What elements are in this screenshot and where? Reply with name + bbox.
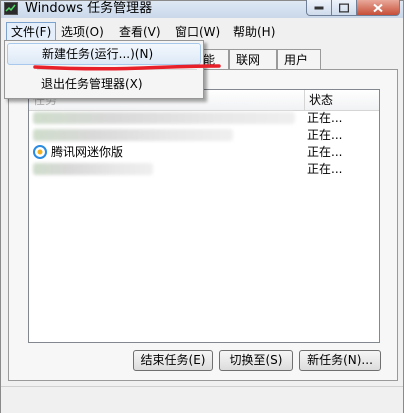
caption-buttons [306,0,400,16]
minimize-icon [314,6,324,9]
table-row[interactable]: 正在... [29,127,379,144]
blurred-task-name [33,163,153,175]
task-status: 正在... [307,128,343,142]
menu-file[interactable]: 文件(F) [6,22,57,42]
column-divider[interactable] [304,90,305,110]
blurred-task-name [33,129,233,141]
column-status[interactable]: 状态 [309,90,333,110]
status-bar [1,386,403,413]
close-icon [373,3,383,12]
tab-networking[interactable]: 联网 [229,49,277,70]
blurred-task-name [33,112,295,124]
minimize-button[interactable] [306,0,332,16]
table-row[interactable]: 正在... [29,161,379,178]
table-row[interactable]: 正在... [29,110,379,127]
maximize-button[interactable] [332,0,357,16]
task-list[interactable]: 任务 状态 正在... 正在... 腾讯网迷你版 正在... 正在... [28,89,380,343]
menu-view[interactable]: 查看(V) [115,22,165,42]
maximize-icon [339,3,349,12]
close-button[interactable] [357,0,400,16]
menu-help[interactable]: 帮助(H) [229,22,279,42]
table-row[interactable]: 腾讯网迷你版 正在... [29,144,379,161]
menu-options[interactable]: 选项(O) [57,22,108,42]
task-status: 正在... [307,162,343,176]
new-task-button[interactable]: 新任务(N)... [299,350,381,371]
menu-window[interactable]: 窗口(W) [171,22,224,42]
window-title: Windows 任务管理器 [25,1,153,16]
task-status: 正在... [307,111,343,125]
switch-to-button[interactable]: 切换至(S) [219,350,293,371]
menu-item-exit[interactable]: 退出任务管理器(X) [7,73,201,95]
task-status: 正在... [307,145,343,159]
title-bar[interactable]: Windows 任务管理器 [1,0,403,18]
task-name: 腾讯网迷你版 [51,145,124,159]
end-task-button[interactable]: 结束任务(E) [133,350,213,371]
qq-browser-icon [33,145,47,159]
task-manager-app-icon [4,2,18,15]
tab-users[interactable]: 用户 [277,49,321,70]
red-underline-annotation [33,64,221,71]
menu-bar: 文件(F) 选项(O) 查看(V) 窗口(W) 帮助(H) [1,22,403,42]
